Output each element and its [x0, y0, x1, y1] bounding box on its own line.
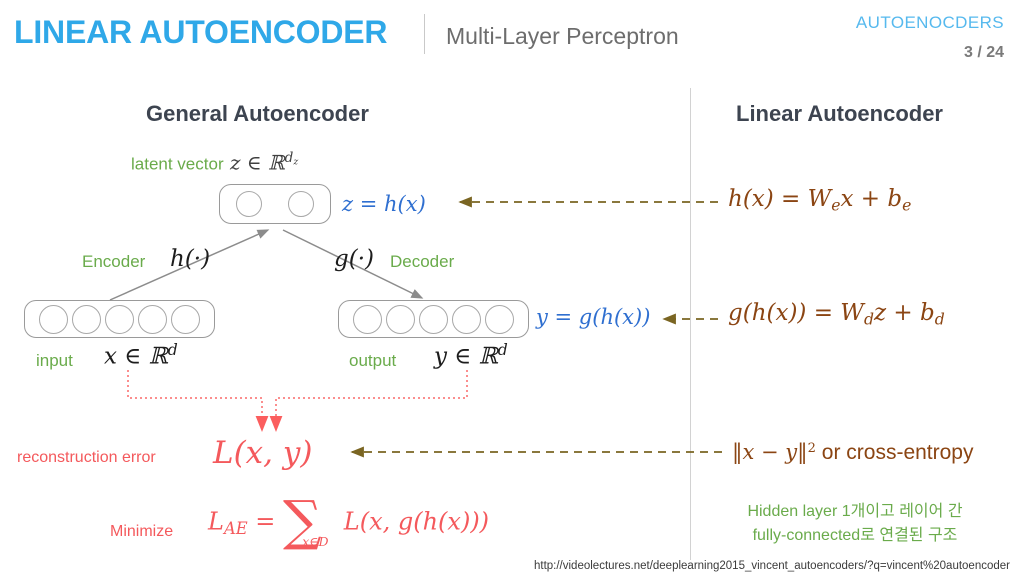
header-divider	[424, 14, 425, 54]
latent-vector-superscript: dz	[284, 150, 299, 168]
heading-linear-autoencoder: Linear Autoencoder	[736, 101, 943, 126]
linear-loss-formula: ‖x − y‖2 or cross-entropy	[732, 440, 974, 464]
reconstruction-error-label: reconstruction error	[17, 449, 156, 466]
neuron	[138, 304, 167, 334]
neuron	[386, 304, 415, 334]
neuron	[353, 304, 382, 334]
decoder-label: Decoder	[390, 252, 455, 271]
korean-note-line-1: Hidden layer 1개이고 레이어 간	[747, 503, 963, 520]
output-label: output	[349, 351, 397, 370]
column-divider	[690, 88, 691, 560]
neuron	[39, 304, 68, 334]
page-title: LINEAR AUTOENCODER	[14, 14, 388, 50]
neuron	[419, 304, 448, 334]
encoder-label: Encoder	[82, 252, 146, 271]
source-url[interactable]: http://videolectures.net/deeplearning201…	[534, 560, 1010, 572]
neuron	[485, 304, 514, 334]
neuron	[72, 304, 101, 334]
latent-layer-box	[219, 184, 331, 224]
korean-note-line-2: fully-connected로 연결된 구조	[752, 527, 958, 544]
slide-number: 3 / 24	[963, 44, 1004, 61]
page-subtitle: Multi-Layer Perceptron	[446, 23, 679, 49]
input-label: input	[36, 351, 73, 370]
encoder-decoder-connectors	[109, 196, 722, 458]
input-layer-box	[24, 300, 215, 338]
latent-vector-math: z ∈ ℝ	[229, 150, 285, 175]
latent-vector-label-text: latent vector	[131, 154, 224, 174]
latent-equation: z = h(x)	[342, 192, 426, 216]
output-equation: y = g(h(x))	[536, 305, 651, 329]
linear-encoder-formula: h(x) = Wex + be	[728, 186, 912, 215]
neuron	[288, 191, 314, 217]
minimize-label: Minimize	[110, 523, 174, 540]
neuron	[105, 304, 134, 334]
neuron	[236, 191, 262, 217]
minimize-objective-math: LAE = ∑x∈D L(x, g(h(x)))	[208, 489, 490, 552]
latent-vector-caption: latent vector z ∈ ℝdz	[131, 150, 298, 174]
neuron	[452, 304, 481, 334]
reconstruction-error-math: L(x, y)	[213, 435, 313, 471]
input-math: x ∈ ℝd	[104, 340, 178, 370]
heading-general-autoencoder: General Autoencoder	[146, 101, 369, 126]
korean-note: Hidden layer 1개이고 레이어 간 fully-connected로…	[700, 500, 1010, 548]
output-math: y ∈ ℝd	[434, 340, 508, 370]
decoder-function-math: g(·)	[334, 246, 374, 272]
output-layer-box	[338, 300, 529, 338]
encoder-function-math: h(·)	[170, 246, 211, 272]
deck-name: AUTOENOCDERS	[855, 13, 1004, 32]
linear-decoder-formula: g(h(x)) = Wdz + bd	[728, 300, 945, 329]
neuron	[171, 304, 200, 334]
